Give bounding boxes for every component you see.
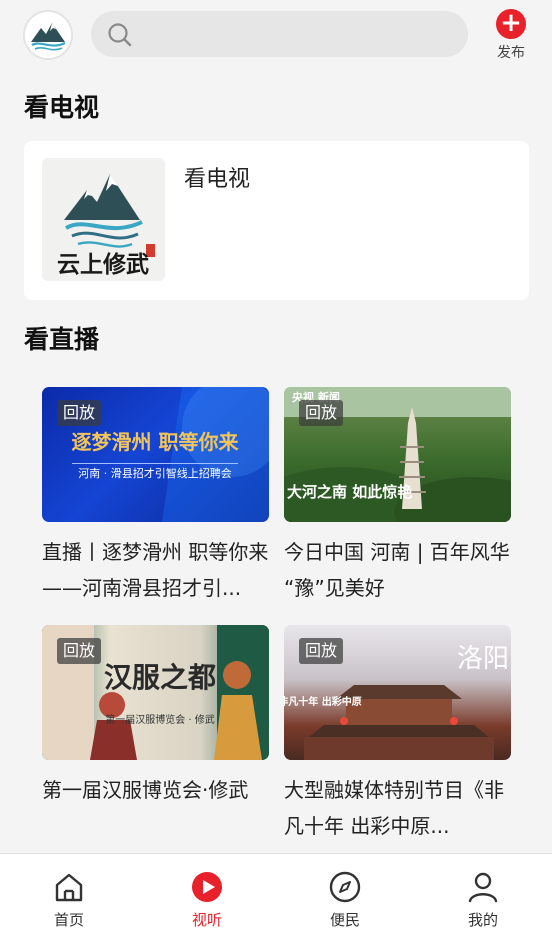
thumbnail-subtitle: 非凡十年 出彩中原 xyxy=(284,695,362,708)
nav-item-media[interactable]: 视听 xyxy=(167,870,247,930)
bottom-navigation: 首页 视听 便民 我的 xyxy=(0,853,552,951)
live-thumbnail: 央视 新闻 看我 大河之南 如此惊艳 回放 xyxy=(284,387,511,522)
play-icon xyxy=(192,872,222,902)
live-item[interactable]: 洛阳 非凡十年 出彩中原 回放 大型融媒体特别节目《非凡十年 出彩中原... xyxy=(284,625,511,844)
nav-item-home[interactable]: 首页 xyxy=(29,870,109,930)
live-thumbnail: 洛阳 非凡十年 出彩中原 回放 xyxy=(284,625,511,760)
tv-channel-name: 看电视 xyxy=(184,167,251,192)
tv-channel-card[interactable]: 云上修武 看电视 xyxy=(24,141,529,300)
thumbnail-headline: 汉服之都 xyxy=(104,661,216,694)
compass-icon xyxy=(329,871,361,903)
live-item[interactable]: 逐梦滑州 职等你来 河南 · 滑县招才引智线上招聘会 回放 直播丨逐梦滑州 职等… xyxy=(42,387,269,606)
nav-label: 我的 xyxy=(467,911,498,929)
mountain-logo-icon xyxy=(25,12,71,58)
publish-button[interactable]: + 发布 xyxy=(488,9,534,63)
search-bar[interactable] xyxy=(91,11,468,57)
top-bar: + 发布 xyxy=(0,0,552,72)
search-icon xyxy=(108,23,132,47)
tv-channel-logo: 云上修武 xyxy=(42,158,165,281)
thumbnail-subtitle: 河南 · 滑县招才引智线上招聘会 xyxy=(78,466,232,480)
thumbnail-headline: 洛阳 xyxy=(457,644,509,674)
replay-badge: 回放 xyxy=(299,400,344,426)
live-section-title: 看直播 xyxy=(24,325,100,354)
thumbnail-headline: 逐梦滑州 职等你来 xyxy=(72,430,240,454)
nav-item-services[interactable]: 便民 xyxy=(305,870,385,930)
replay-badge: 回放 xyxy=(299,638,344,664)
live-item[interactable]: 汉服之都 第一届汉服博览会 · 修武 回放 第一届汉服博览会·修武 xyxy=(42,625,269,808)
user-icon xyxy=(468,872,498,903)
home-icon xyxy=(55,873,83,902)
replay-badge: 回放 xyxy=(57,638,102,664)
live-item-title: 大型融媒体特别节目《非凡十年 出彩中原... xyxy=(284,778,504,838)
yunshang-xiuwu-logo-icon: 云上修武 xyxy=(42,158,165,281)
replay-badge: 回放 xyxy=(57,400,102,426)
nav-label: 首页 xyxy=(53,911,84,929)
publish-label: 发布 xyxy=(497,45,525,61)
live-item[interactable]: 央视 新闻 看我 大河之南 如此惊艳 回放 今日中国 河南 | 百年风华 “豫”… xyxy=(284,387,511,606)
nav-label: 便民 xyxy=(329,911,360,929)
live-item-title: 直播丨逐梦滑州 职等你来——河南滑县招才引... xyxy=(42,540,269,600)
app-logo[interactable] xyxy=(23,10,73,60)
live-item-title: 今日中国 河南 | 百年风华 “豫”见美好 xyxy=(284,540,510,600)
tv-section-title: 看电视 xyxy=(24,93,100,122)
nav-label: 视听 xyxy=(191,911,222,929)
plus-icon: + xyxy=(496,9,526,39)
logo-text: 云上修武 xyxy=(57,251,149,278)
thumbnail-headline: 看我 大河之南 如此惊艳 xyxy=(284,483,412,501)
live-thumbnail: 汉服之都 第一届汉服博览会 · 修武 回放 xyxy=(42,625,269,760)
thumbnail-subtitle: 第一届汉服博览会 · 修武 xyxy=(105,713,215,726)
nav-item-profile[interactable]: 我的 xyxy=(443,870,523,930)
live-thumbnail: 逐梦滑州 职等你来 河南 · 滑县招才引智线上招聘会 回放 xyxy=(42,387,269,522)
live-item-title: 第一届汉服博览会·修武 xyxy=(42,778,249,802)
